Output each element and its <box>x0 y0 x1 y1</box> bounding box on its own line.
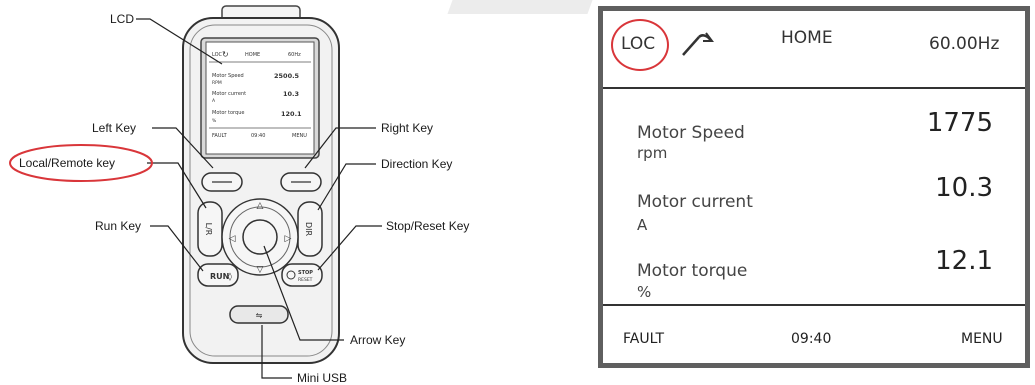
callout-lcd: LCD <box>110 12 135 26</box>
display-title: HOME <box>781 28 833 48</box>
mini-row3-unit: % <box>212 118 217 124</box>
display-divider-top <box>603 87 1025 89</box>
mini-usb-port: ⇋ <box>229 305 289 324</box>
callout-run-key: Run Key <box>95 219 142 233</box>
arrow-left-icon: ◁ <box>229 234 236 244</box>
run-key-label: RUN <box>210 272 229 281</box>
mini-row1-unit: RPM <box>212 80 222 86</box>
lr-key-label: L/R <box>204 223 213 236</box>
arrow-down-icon: ▽ <box>257 265 264 275</box>
stop-key-label: STOP <box>298 270 313 276</box>
mini-mode: LOC <box>212 52 223 58</box>
row-name: Motor torque <box>637 261 748 281</box>
callout-arrow-key: Arrow Key <box>350 333 406 347</box>
decorative-shadow <box>447 0 593 14</box>
display-frequency: 60.00Hz <box>929 34 1000 54</box>
mini-row2-value: 10.3 <box>283 90 299 98</box>
left-key[interactable] <box>201 172 243 192</box>
stop-reset-key[interactable]: STOP RESET <box>281 263 323 287</box>
callout-local-remote-key: Local/Remote key <box>19 156 116 170</box>
callout-left-key: Left Key <box>92 121 137 135</box>
row-unit: A <box>637 216 648 234</box>
footer-fault: FAULT <box>623 331 665 347</box>
mini-row3-name: Motor torque <box>212 110 244 116</box>
mini-row2-name: Motor current <box>212 91 246 97</box>
mini-row3-value: 120.1 <box>281 110 302 118</box>
row-unit: rpm <box>637 144 668 162</box>
mini-fault: FAULT <box>212 133 228 139</box>
mini-home: HOME <box>245 52 260 58</box>
arrow-right-icon: ▷ <box>285 234 292 244</box>
run-icon: ◊ <box>228 272 232 281</box>
usb-icon: ⇋ <box>256 311 263 320</box>
row-value: 12.1 <box>935 246 993 276</box>
direction-icon <box>682 32 714 56</box>
callout-stop-reset-key: Stop/Reset Key <box>386 219 470 233</box>
dir-key-label: DIR <box>304 222 313 237</box>
row-name: Motor current <box>637 192 753 212</box>
mini-menu: MENU <box>292 133 307 139</box>
reset-key-label: RESET <box>298 277 313 283</box>
mode-highlight <box>611 19 669 71</box>
run-key[interactable]: RUN ◊ <box>197 263 239 287</box>
row-name: Motor Speed <box>637 123 745 143</box>
enlarged-display: LOC HOME 60.00Hz Motor Speed rpm 1775 Mo… <box>598 6 1030 368</box>
local-remote-key[interactable]: L/R <box>197 201 223 257</box>
row-value: 1775 <box>926 108 993 138</box>
callout-right-key: Right Key <box>381 121 434 135</box>
footer-time: 09:40 <box>791 331 832 347</box>
mini-row1-value: 2500.5 <box>274 72 300 80</box>
row-unit: % <box>637 283 652 301</box>
mini-time: 09:40 <box>251 133 265 139</box>
mini-freq: 60Hz <box>288 52 301 58</box>
arrow-up-icon: △ <box>257 201 264 211</box>
mini-direction-icon: ↻ <box>222 50 229 59</box>
arrow-key-center[interactable] <box>242 219 278 255</box>
display-divider-bottom <box>603 304 1025 306</box>
mini-row1-name: Motor Speed <box>212 73 244 79</box>
footer-menu: MENU <box>961 331 1003 347</box>
right-key[interactable] <box>280 172 322 192</box>
callout-direction-key: Direction Key <box>381 157 453 171</box>
row-value: 10.3 <box>935 173 993 203</box>
